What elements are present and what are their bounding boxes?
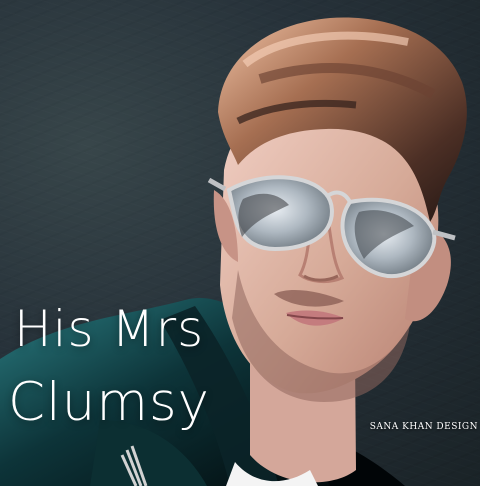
cover-title: His Mrs Clumsy xyxy=(8,304,210,429)
book-cover: His Mrs Clumsy SANA KHAN DESIGN xyxy=(0,0,480,486)
designer-credit: SANA KHAN DESIGN xyxy=(369,422,478,432)
title-line-his-mrs: His Mrs xyxy=(14,300,205,358)
title-line-clumsy: Clumsy xyxy=(8,372,210,433)
